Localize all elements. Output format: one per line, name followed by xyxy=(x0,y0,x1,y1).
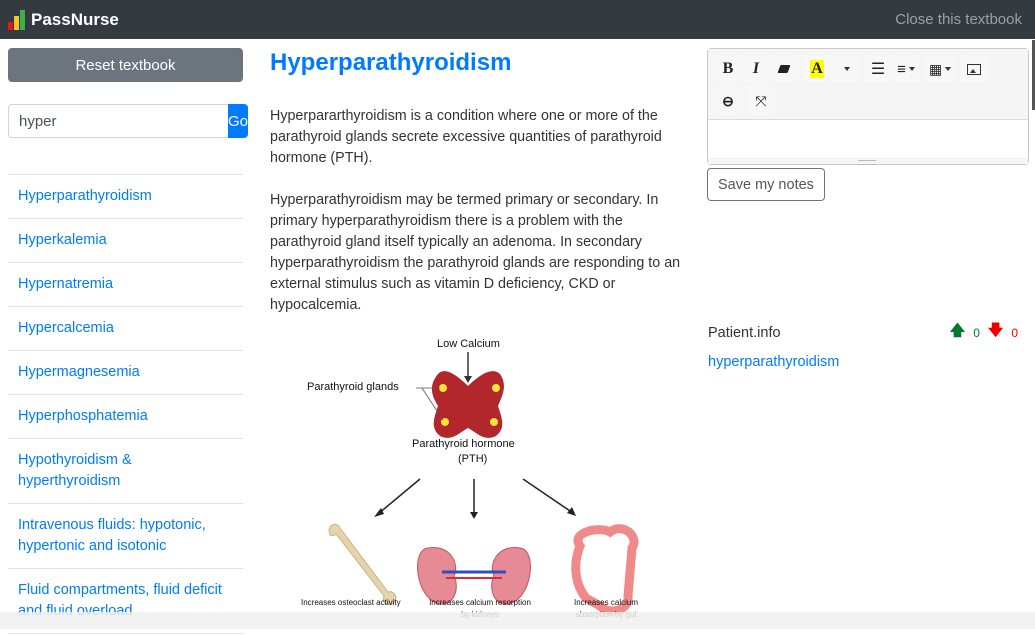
list-icon: ☰ xyxy=(870,61,886,78)
gut-caption: Increases calcium xyxy=(573,598,639,607)
table-button[interactable]: ▦ xyxy=(925,55,956,83)
align-button[interactable]: ≡ xyxy=(892,55,920,83)
highlight-button[interactable]: A xyxy=(803,55,831,83)
topic-link[interactable]: Hyperkalemia xyxy=(8,219,243,263)
topic-link[interactable]: Intravenous fluids: hypotonic, hypertoni… xyxy=(8,504,243,569)
highlight-icon: A xyxy=(810,60,824,78)
bold-icon: B xyxy=(722,60,734,77)
resource-tags: Patient.info 🡅 0 🡇 0 hyperparathyroidism xyxy=(708,320,1018,370)
bold-button[interactable]: B xyxy=(714,55,742,83)
eraser-icon xyxy=(777,65,791,73)
notes-textarea[interactable] xyxy=(708,120,1028,158)
reset-textbook-button[interactable]: Reset textbook xyxy=(8,48,243,82)
topic-link[interactable]: Hypercalcemia xyxy=(8,307,243,351)
bone-caption: Increases osteoclast activity xyxy=(301,598,401,607)
link-icon: ⊖ xyxy=(722,92,734,109)
resource-source-label: Patient.info xyxy=(708,324,781,341)
topic-link[interactable]: Hypermagnesemia xyxy=(8,351,243,395)
editor-toolbar: B I A ☰ ≡ ▦ ⊖ ⤧ xyxy=(708,49,1028,120)
table-icon: ▦ xyxy=(929,60,943,77)
topic-list: Hyperparathyroidism Hyperkalemia Hyperna… xyxy=(8,174,243,634)
topic-link[interactable]: Hypernatremia xyxy=(8,263,243,307)
fullscreen-button[interactable]: ⤧ xyxy=(747,87,775,115)
italic-button[interactable]: I xyxy=(742,55,770,83)
image-icon xyxy=(967,63,982,75)
hormone-label: Parathyroid hormone xyxy=(412,438,515,450)
logo-icon xyxy=(8,9,25,30)
downvote-count: 0 xyxy=(1011,325,1018,340)
navbar: PassNurse Close this textbook xyxy=(0,0,1035,39)
sidebar: Reset textbook Go Hyperparathyroidism Hy… xyxy=(8,48,249,634)
glands-label: Parathyroid glands xyxy=(307,381,399,393)
highlight-dropdown[interactable] xyxy=(831,55,859,83)
close-textbook-link[interactable]: Close this textbook xyxy=(895,11,1022,28)
upvote-icon[interactable]: 🡅 xyxy=(950,320,965,345)
downvote-icon[interactable]: 🡇 xyxy=(988,320,1003,345)
article-paragraph: Hyperparathyroidism may be termed primar… xyxy=(270,192,681,313)
low-calcium-label: Low Calcium xyxy=(437,338,500,350)
fullscreen-icon: ⤧ xyxy=(755,92,767,109)
kidney-right-icon xyxy=(491,547,531,605)
notes-panel: B I A ☰ ≡ ▦ ⊖ ⤧ Save my notes xyxy=(707,48,1029,201)
article-title: Hyperparathyroidism xyxy=(270,49,512,76)
bottom-overlay xyxy=(0,612,1035,629)
bone-icon xyxy=(328,523,397,605)
brand-name: PassNurse xyxy=(31,9,119,29)
hormone-abbr-label: (PTH) xyxy=(458,453,488,465)
bullet-list-button[interactable]: ☰ xyxy=(864,55,892,83)
resource-link[interactable]: hyperparathyroidism xyxy=(708,354,1018,370)
italic-icon: I xyxy=(752,60,760,77)
upvote-count: 0 xyxy=(973,325,980,340)
search-form: Go xyxy=(8,104,249,138)
topic-link[interactable]: Hypothyroidism & hyperthyroidism xyxy=(8,439,243,504)
link-button[interactable]: ⊖ xyxy=(714,87,742,115)
arrow-gut xyxy=(522,478,574,514)
save-notes-button[interactable]: Save my notes xyxy=(707,168,825,201)
editor-resize-handle[interactable] xyxy=(708,158,1028,165)
clear-format-button[interactable] xyxy=(770,55,798,83)
kidney-caption: Increases calcium resorption xyxy=(429,598,531,607)
topic-link[interactable]: Hyperparathyroidism xyxy=(8,175,243,219)
caret-down-icon xyxy=(843,67,850,71)
article: Hyperparathyroidism Hyperpararthyroidism… xyxy=(270,48,685,636)
arrow-bone xyxy=(377,478,421,515)
brand[interactable]: PassNurse xyxy=(8,9,119,30)
align-icon: ≡ xyxy=(897,60,906,78)
search-go-button[interactable]: Go xyxy=(228,104,249,138)
search-input[interactable] xyxy=(8,104,228,138)
article-paragraph: Hyperpararthyroidism is a condition wher… xyxy=(270,108,662,166)
image-button[interactable] xyxy=(960,55,989,83)
notes-editor: B I A ☰ ≡ ▦ ⊖ ⤧ xyxy=(707,48,1029,165)
pth-diagram: Low Calcium Parathyroid glands Parathyro… xyxy=(270,336,670,636)
kidney-left-icon xyxy=(417,547,457,605)
topic-link[interactable]: Hyperphosphatemia xyxy=(8,395,243,439)
